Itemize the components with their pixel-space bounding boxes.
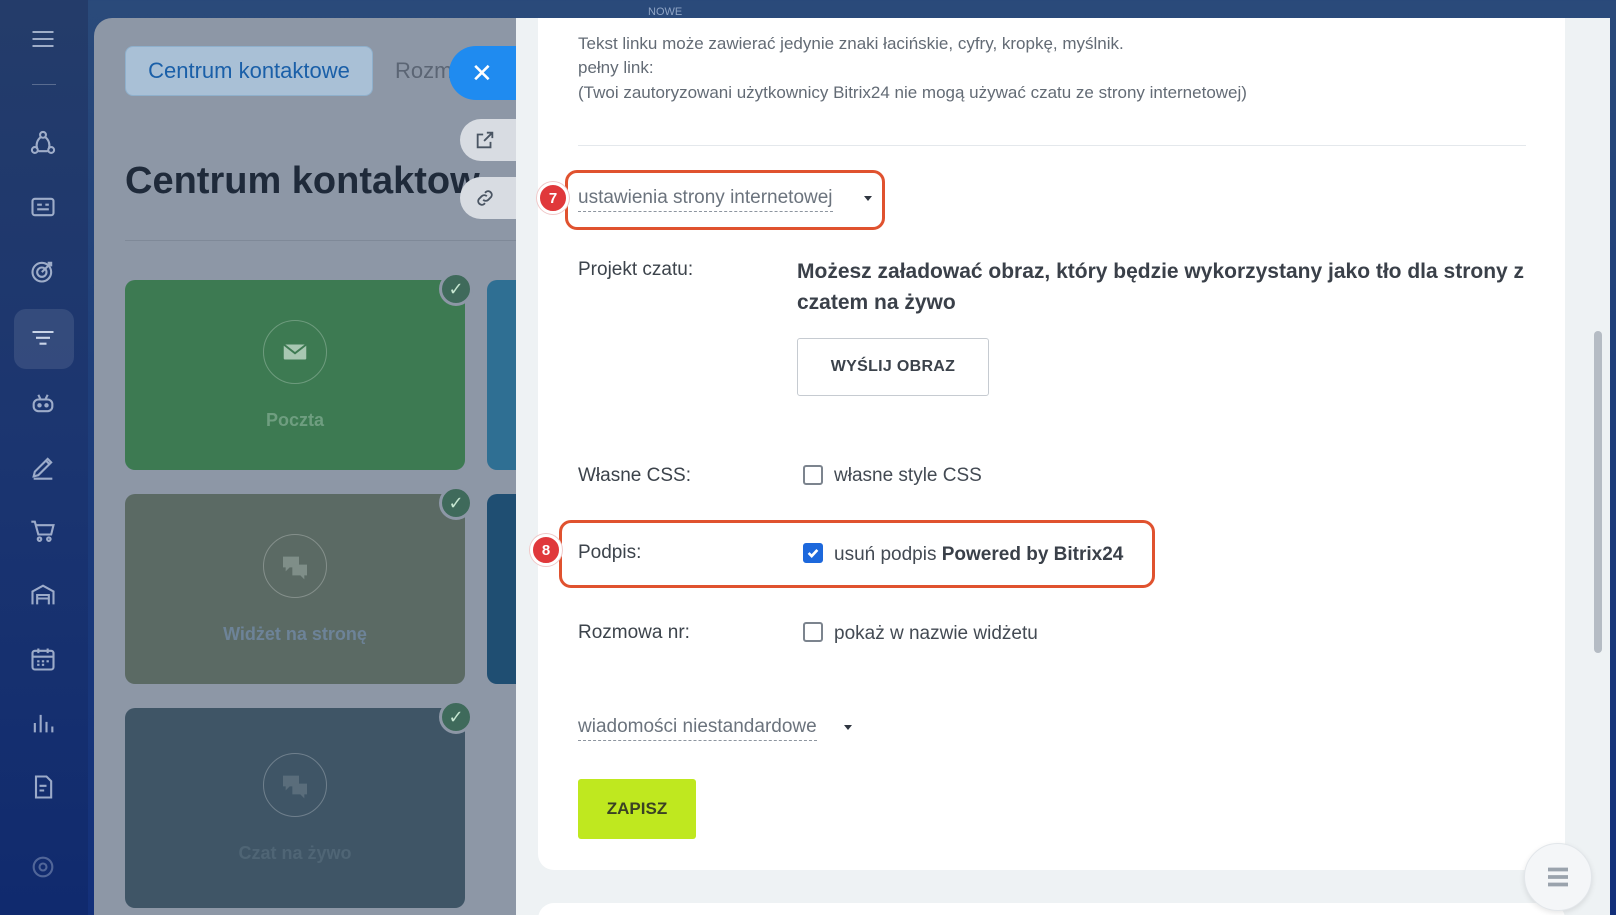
remove-signature-checkbox[interactable] bbox=[803, 543, 823, 563]
powered-by-text: Powered by Bitrix24 bbox=[941, 544, 1124, 565]
tile-label: Poczta bbox=[265, 409, 325, 430]
list-menu-button[interactable] bbox=[1524, 843, 1592, 911]
tab-conversations[interactable]: Rozm bbox=[395, 46, 452, 96]
check-icon: ✓ bbox=[439, 700, 473, 734]
save-button[interactable]: ZAPISZ bbox=[578, 779, 696, 839]
remove-signature-label[interactable]: usuń podpis Powered by Bitrix24 bbox=[834, 544, 1123, 566]
step-badge-8: 8 bbox=[530, 534, 562, 566]
cart-icon[interactable] bbox=[28, 516, 58, 546]
contact-card-icon[interactable] bbox=[28, 192, 58, 222]
list-icon bbox=[1548, 867, 1568, 887]
page-title: Centrum kontaktow bbox=[125, 160, 480, 202]
chat-design-label: Projekt czatu: bbox=[578, 259, 694, 280]
contact-center-icon[interactable] bbox=[28, 324, 58, 354]
check-icon: ✓ bbox=[439, 486, 473, 520]
external-link-icon bbox=[476, 131, 494, 149]
website-settings-toggle[interactable]: ustawienia strony internetowej bbox=[578, 187, 833, 212]
custom-css-checkbox-label[interactable]: własne style CSS bbox=[834, 465, 982, 487]
analytics-icon[interactable] bbox=[28, 708, 58, 738]
remove-signature-text: usuń podpis bbox=[834, 544, 942, 565]
open-new-window-button[interactable] bbox=[460, 119, 524, 161]
pencil-icon[interactable] bbox=[28, 452, 58, 482]
menu-icon[interactable] bbox=[28, 24, 58, 54]
auth-users-note: (Twoi zautoryzowani użytkownicy Bitrix24… bbox=[578, 83, 1247, 102]
custom-css-checkbox[interactable] bbox=[803, 465, 823, 485]
close-slider-button[interactable]: ✕ bbox=[449, 46, 525, 100]
sidebar-divider bbox=[32, 84, 56, 85]
chat-design-description: Możesz załadować obraz, który będzie wyk… bbox=[797, 260, 1525, 314]
tile-mail[interactable]: Poczta ✓ bbox=[125, 272, 473, 470]
document-edit-icon[interactable] bbox=[28, 772, 58, 802]
robot-icon[interactable] bbox=[28, 388, 58, 418]
close-icon: ✕ bbox=[471, 57, 493, 88]
calendar-icon[interactable] bbox=[28, 644, 58, 674]
check-icon: ✓ bbox=[439, 272, 473, 306]
full-link-label: pełny link: bbox=[578, 58, 654, 77]
check-icon bbox=[807, 549, 819, 558]
show-in-widget-name-label[interactable]: pokaż w nazwie widżetu bbox=[834, 623, 1038, 645]
link-hint-text: Tekst linku może zawierać jedynie znaki … bbox=[578, 34, 1124, 53]
link-icon bbox=[477, 190, 493, 206]
step-badge-7: 7 bbox=[537, 182, 569, 214]
crm-icon[interactable] bbox=[28, 128, 58, 158]
tile-website-widget[interactable]: Widżet na stronę ✓ bbox=[125, 486, 473, 684]
copy-link-button[interactable] bbox=[460, 177, 524, 219]
tile-label: Widżet na stronę bbox=[223, 623, 367, 644]
upload-image-button[interactable]: WYŚLIJ OBRAZ bbox=[797, 338, 989, 396]
chat-icon bbox=[263, 533, 327, 598]
custom-messages-toggle[interactable]: wiadomości niestandardowe bbox=[578, 716, 817, 741]
left-sidebar bbox=[0, 0, 88, 915]
section-divider bbox=[578, 145, 1526, 146]
tile-label: Czat na żywo bbox=[238, 842, 352, 863]
chevron-down-icon bbox=[864, 196, 872, 201]
signature-label: Podpis: bbox=[578, 542, 642, 563]
scrollbar[interactable] bbox=[1594, 331, 1602, 653]
show-in-widget-name-checkbox[interactable] bbox=[803, 622, 823, 642]
custom-css-label: Własne CSS: bbox=[578, 465, 691, 486]
mail-icon bbox=[263, 319, 327, 384]
tile-live-chat[interactable]: Czat na żywo ✓ bbox=[125, 700, 473, 908]
target-icon[interactable] bbox=[28, 256, 58, 286]
top-label: NOWE bbox=[648, 6, 683, 18]
chat-icon bbox=[263, 752, 327, 817]
conversation-number-label: Rozmowa nr: bbox=[578, 622, 690, 643]
next-card bbox=[538, 903, 1565, 915]
warehouse-icon[interactable] bbox=[28, 580, 58, 610]
settings-icon[interactable] bbox=[28, 852, 58, 882]
tab-contact-center[interactable]: Centrum kontaktowe bbox=[125, 46, 373, 96]
page-divider bbox=[125, 240, 525, 241]
chevron-down-icon bbox=[844, 725, 852, 730]
